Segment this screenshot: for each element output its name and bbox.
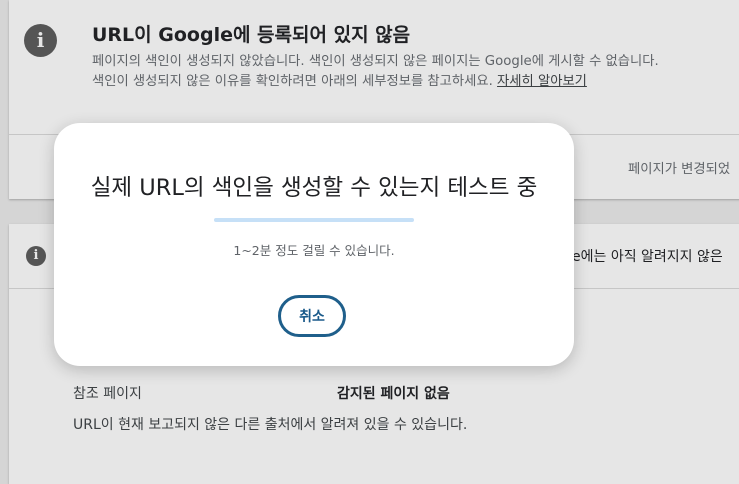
cancel-button[interactable]: 취소 <box>278 295 346 337</box>
progress-bar <box>214 218 414 222</box>
live-test-dialog: 실제 URL의 색인을 생성할 수 있는지 테스트 중 1~2분 정도 걸릴 수… <box>54 123 574 366</box>
dialog-subtitle: 1~2분 정도 걸릴 수 있습니다. <box>233 243 395 258</box>
dialog-title: 실제 URL의 색인을 생성할 수 있는지 테스트 중 <box>90 175 538 201</box>
